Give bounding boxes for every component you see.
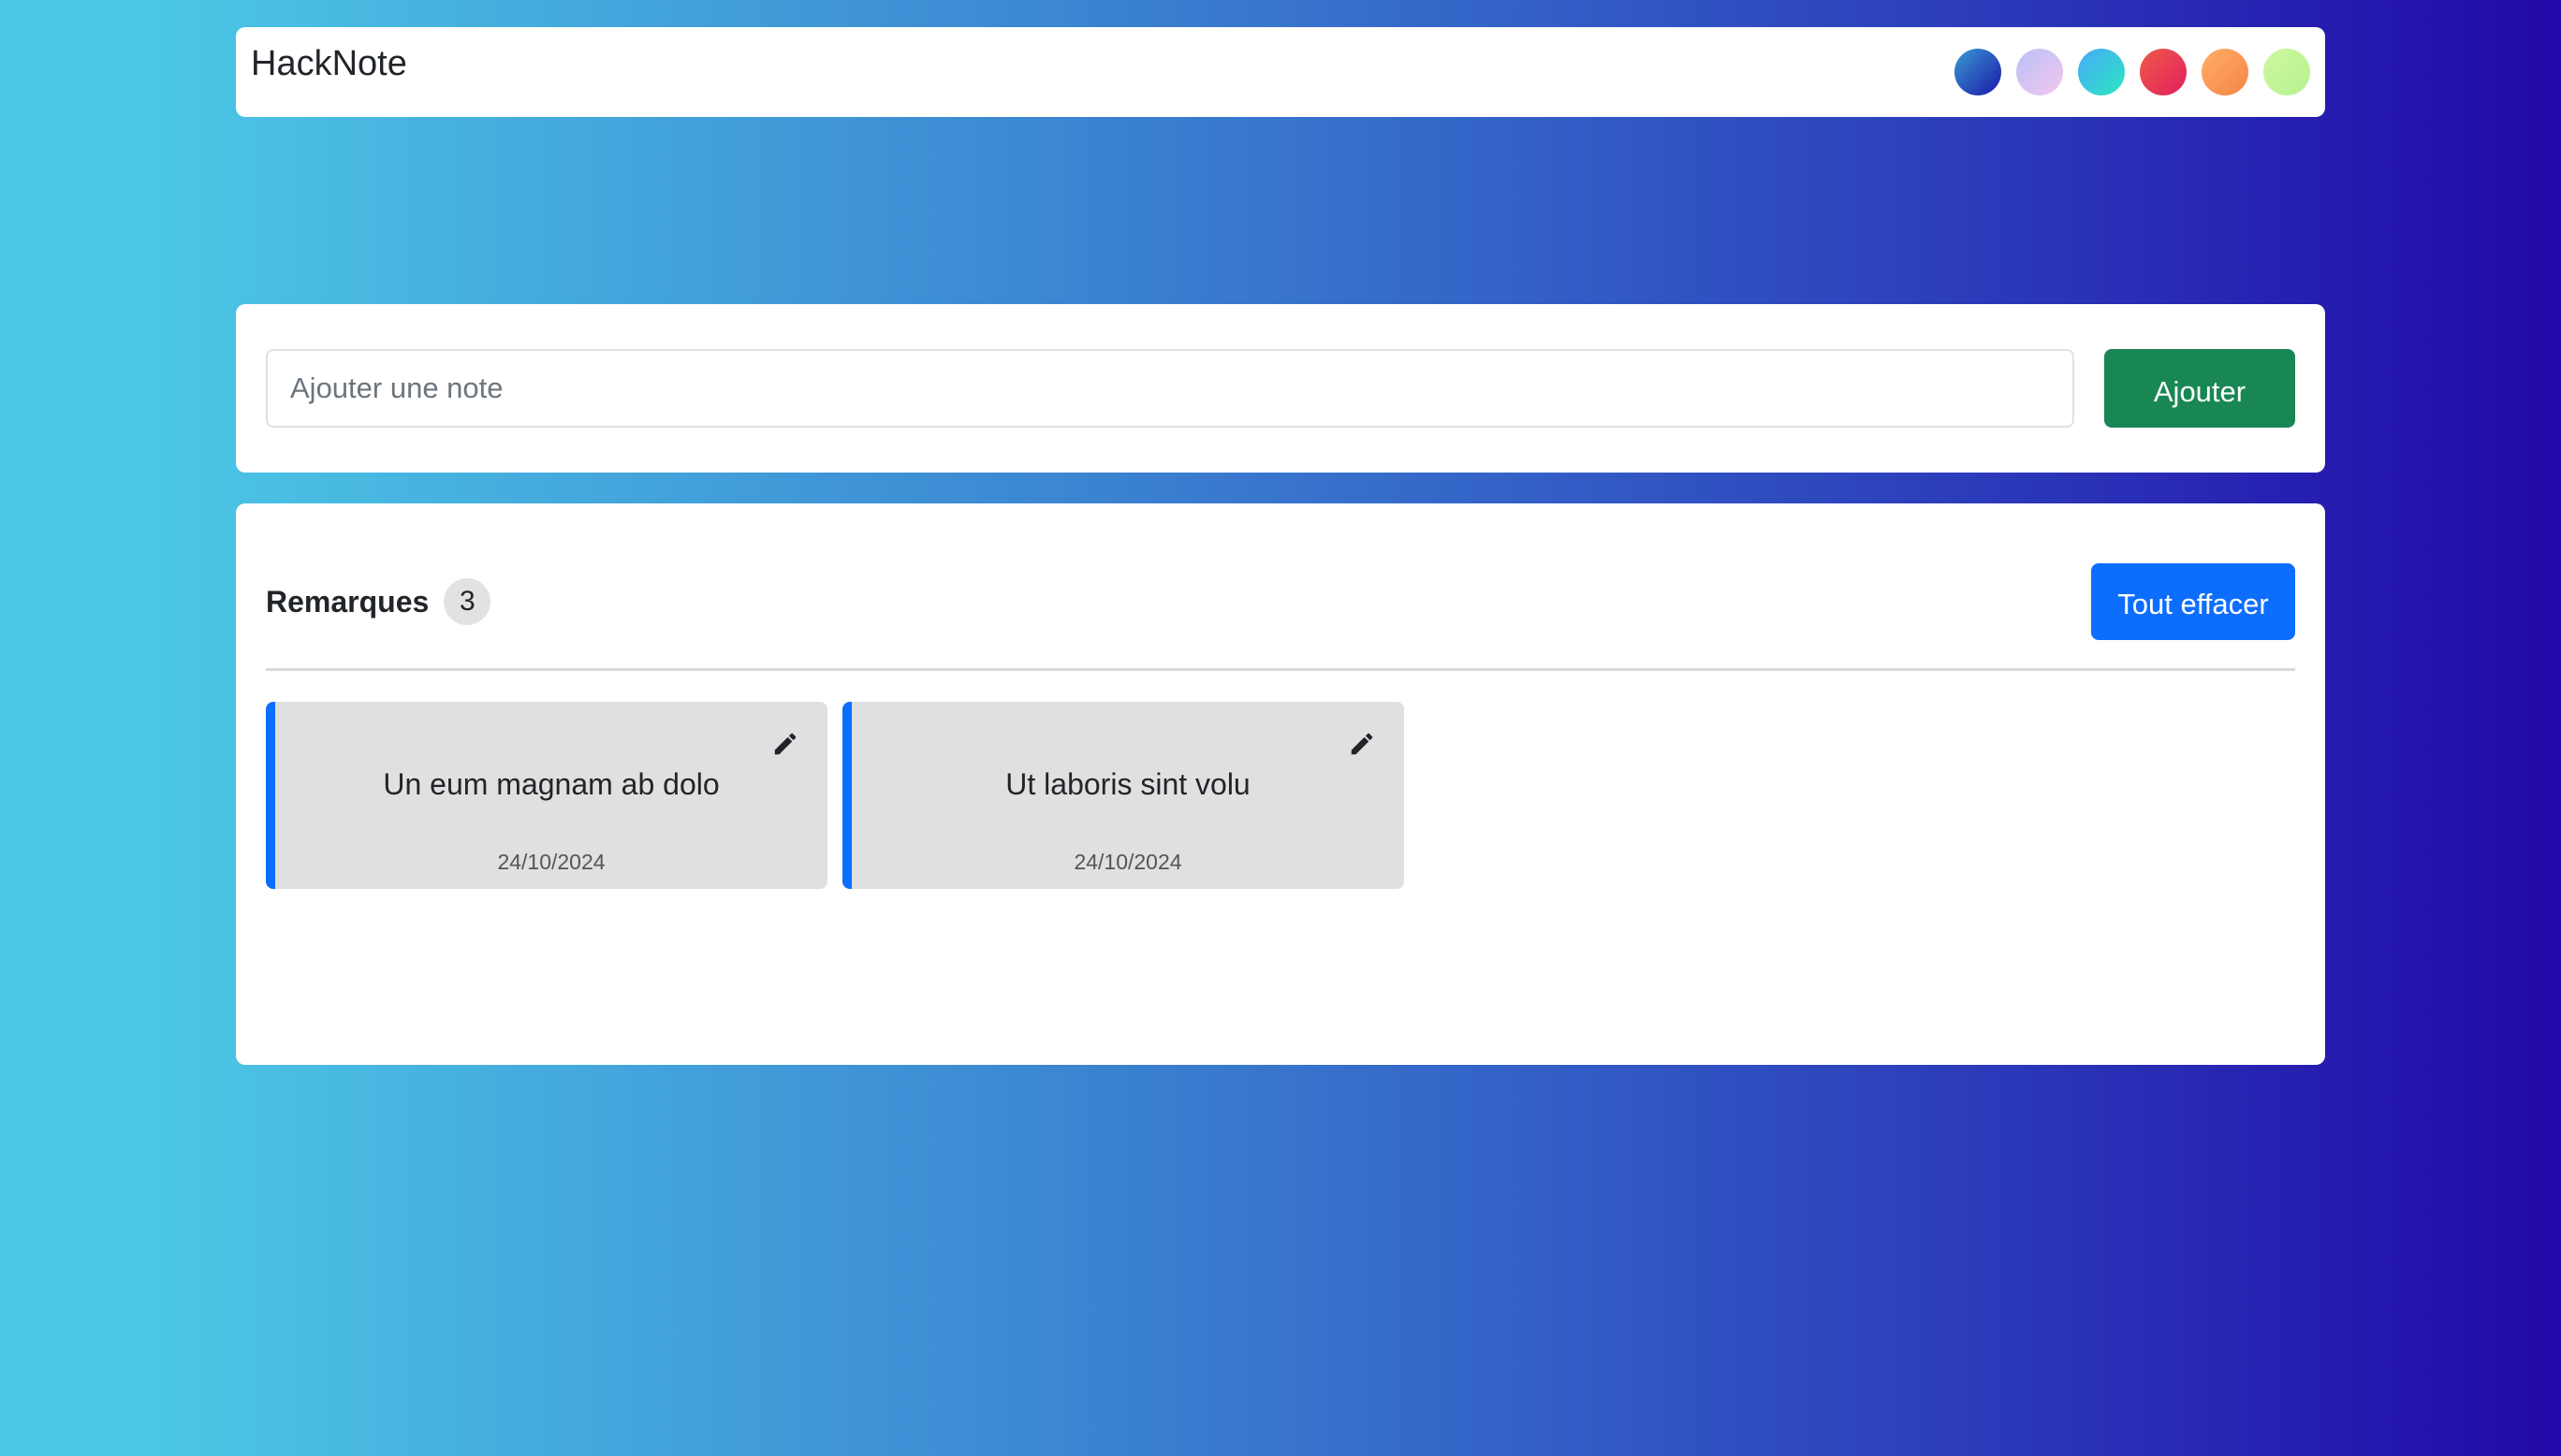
notes-title: Remarques (266, 584, 430, 619)
theme-swatch-orange[interactable] (2202, 49, 2248, 95)
notes-count-badge: 3 (444, 578, 491, 625)
notes-card: Remarques 3 Tout effacer Un eum magnam a… (236, 503, 2325, 1065)
theme-swatch-lavender[interactable] (2016, 49, 2063, 95)
notes-list: Un eum magnam ab dolo 24/10/2024 Ut labo… (266, 702, 1404, 889)
note-card[interactable]: Ut laboris sint volu 24/10/2024 (842, 702, 1404, 889)
note-input[interactable] (266, 349, 2074, 428)
notes-header: Remarques 3 (266, 578, 491, 625)
brand-title[interactable]: HackNote (251, 44, 407, 84)
note-date: 24/10/2024 (497, 850, 606, 874)
add-note-card: Ajouter (236, 304, 2325, 473)
pencil-icon[interactable] (771, 730, 799, 758)
theme-swatch-lime[interactable] (2263, 49, 2310, 95)
pencil-icon[interactable] (1348, 730, 1376, 758)
divider (266, 668, 2295, 671)
theme-picker (1954, 49, 2310, 95)
note-text: Un eum magnam ab dolo (383, 767, 720, 801)
note-card[interactable]: Un eum magnam ab dolo 24/10/2024 (266, 702, 827, 889)
navbar: HackNote (236, 27, 2325, 117)
theme-swatch-aqua[interactable] (2078, 49, 2125, 95)
theme-swatch-blue[interactable] (1954, 49, 2001, 95)
add-note-button[interactable]: Ajouter (2104, 349, 2295, 428)
theme-swatch-red[interactable] (2140, 49, 2187, 95)
note-text: Ut laboris sint volu (1005, 767, 1251, 801)
clear-all-button[interactable]: Tout effacer (2091, 563, 2295, 640)
note-date: 24/10/2024 (1074, 850, 1182, 874)
